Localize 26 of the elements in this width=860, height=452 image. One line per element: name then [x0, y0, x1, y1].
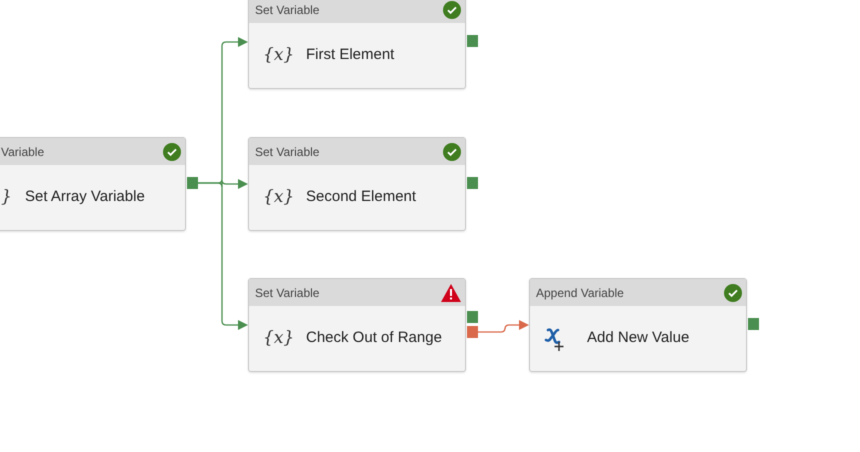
activity-name: Set Array Variable — [25, 187, 145, 208]
variable-icon: {x} — [263, 326, 294, 352]
output-port[interactable] — [748, 318, 759, 330]
variable-icon: {x} — [263, 184, 294, 210]
activity-name: Add New Value — [587, 328, 690, 348]
activity-name: Check Out of Range — [306, 328, 442, 348]
activity-card[interactable]: Set Variable {x} First Element — [248, 0, 466, 89]
activity-type: Set Variable — [255, 284, 320, 302]
activity-type: Append Variable — [536, 284, 624, 302]
variable-icon: {x} — [263, 42, 294, 68]
activity-card[interactable]: Set Variable {x} Second Element — [248, 137, 466, 231]
output-port[interactable] — [187, 177, 198, 189]
activity-type: Set Variable — [255, 2, 320, 18]
output-port[interactable] — [467, 326, 478, 338]
output-port[interactable] — [467, 311, 478, 323]
activity-card[interactable]: Set Variable {x} Check Out of Range — [248, 278, 466, 372]
activity-card[interactable]: Variable } Set Array Variable — [0, 137, 186, 231]
connector-arrow — [478, 320, 529, 333]
activity-card[interactable]: Append Variable Add New Value — [529, 278, 747, 372]
output-port[interactable] — [467, 35, 478, 47]
activity-type: Set Variable — [255, 144, 320, 160]
activity-name: First Element — [306, 45, 394, 66]
activity-name: Second Element — [306, 187, 416, 208]
output-port[interactable] — [467, 177, 478, 189]
activity-type: Variable — [1, 144, 44, 160]
variable-icon: } — [1, 184, 12, 210]
